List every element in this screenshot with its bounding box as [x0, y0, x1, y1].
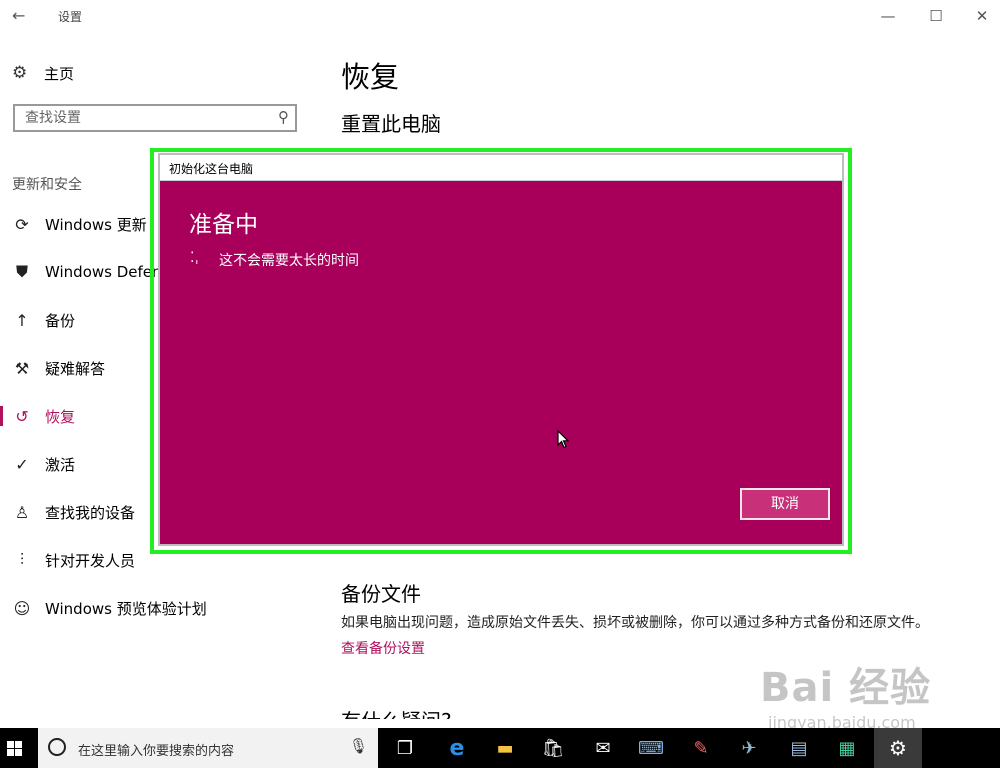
reset-pc-dialog: 初始化这台电脑 准备中 ⁚ ˌ 这不会需要太长的时间 取消 — [158, 153, 844, 546]
cancel-button[interactable]: 取消 — [740, 488, 830, 520]
network-app-icon[interactable]: ✈ — [735, 734, 763, 762]
edge-icon[interactable]: e — [443, 734, 471, 762]
close-button[interactable]: ✕ — [962, 4, 1000, 28]
settings-gear-icon[interactable]: ⚙ — [884, 734, 912, 762]
upload-arrow-icon: ↑ — [15, 310, 29, 330]
reset-pc-heading: 重置此电脑 — [341, 112, 441, 136]
watermark-main: Bai 经验 — [760, 665, 932, 711]
sync-icon: ⟳ — [15, 214, 29, 234]
loading-spinner-icon: ⁚ ˌ — [190, 250, 199, 266]
window-titlebar: ← 设置 — ☐ ✕ — [0, 0, 1000, 32]
paint-app-icon[interactable]: ✎ — [687, 734, 715, 762]
mail-icon[interactable]: ✉ — [589, 734, 617, 762]
app-title: 设置 — [58, 10, 83, 24]
sidebar-item-label: 恢复 — [45, 407, 76, 426]
backup-description: 如果电脑出现问题，造成原始文件丢失、损坏或被删除，你可以通过多种方式备份和还原文… — [341, 615, 929, 631]
section-heading: 更新和安全 — [12, 177, 82, 193]
back-arrow-icon[interactable]: ← — [12, 6, 25, 25]
file-explorer-icon[interactable]: ▬ — [491, 734, 519, 762]
minimize-button[interactable]: — — [868, 4, 908, 28]
sidebar-item-label: 备份 — [45, 311, 76, 330]
maximize-button[interactable]: ☐ — [916, 4, 956, 28]
search-icon[interactable]: ⚲ — [278, 108, 289, 126]
cat-icon: ☺ — [13, 598, 31, 618]
check-circle-icon: ✓ — [15, 454, 29, 474]
store-icon[interactable]: 🛍 — [539, 734, 567, 762]
wrench-icon: ⚒ — [14, 358, 30, 378]
gear-icon: ⚙ — [12, 63, 28, 83]
cortana-icon[interactable] — [48, 738, 66, 756]
nav-home-label: 主页 — [44, 64, 75, 83]
dialog-heading: 准备中 — [189, 212, 258, 238]
page-title: 恢复 — [341, 60, 400, 94]
sidebar-item-label: 查找我的设备 — [45, 503, 136, 522]
nav-home[interactable]: ⚙ 主页 — [12, 60, 74, 86]
start-button[interactable] — [0, 728, 32, 768]
taskbar-search-box[interactable]: 在这里输入你要搜索的内容 🎙 — [38, 728, 378, 768]
sidebar-item-label: Windows 更新 — [45, 215, 147, 234]
tool-app-icon[interactable]: ▦ — [833, 734, 861, 762]
windows-logo-icon — [7, 741, 22, 756]
sliders-icon: ⫶ — [19, 550, 24, 569]
settings-search-box[interactable]: ⚲ — [13, 104, 297, 132]
sidebar-item-insider-program[interactable]: ☺ Windows 预览体验计划 — [0, 588, 300, 628]
sidebar-item-label: Windows 预览体验计划 — [45, 599, 207, 618]
microphone-icon[interactable]: 🎙 — [349, 737, 368, 755]
baidu-watermark: Bai 经验 jingyan.baidu.com — [760, 655, 931, 732]
history-icon: ↺ — [15, 406, 29, 426]
backup-settings-link[interactable]: 查看备份设置 — [341, 638, 425, 658]
dialog-titlebar: 初始化这台电脑 — [160, 155, 842, 181]
taskbar-search-placeholder: 在这里输入你要搜索的内容 — [78, 744, 235, 759]
backup-files-heading: 备份文件 — [341, 582, 421, 606]
sidebar-item-label: 激活 — [45, 455, 76, 474]
taskbar: 在这里输入你要搜索的内容 🎙 ❐ e ▬ 🛍 ✉ ⌨ ✎ ✈ ▤ ▦ ⚙ — [0, 728, 1000, 768]
document-app-icon[interactable]: ▤ — [785, 734, 813, 762]
dialog-title: 初始化这台电脑 — [169, 162, 254, 176]
dialog-message: 这不会需要太长的时间 — [219, 253, 359, 269]
settings-search-input[interactable] — [25, 110, 265, 126]
sidebar-item-label: 针对开发人员 — [45, 551, 136, 570]
task-view-icon[interactable]: ❐ — [391, 734, 419, 762]
sidebar-item-label: 疑难解答 — [45, 359, 106, 378]
keyboard-app-icon[interactable]: ⌨ — [637, 734, 665, 762]
shield-icon: ⛊ — [15, 262, 28, 281]
person-location-icon: ♙ — [14, 502, 30, 522]
faq-heading: 有什么疑问? — [341, 705, 452, 719]
